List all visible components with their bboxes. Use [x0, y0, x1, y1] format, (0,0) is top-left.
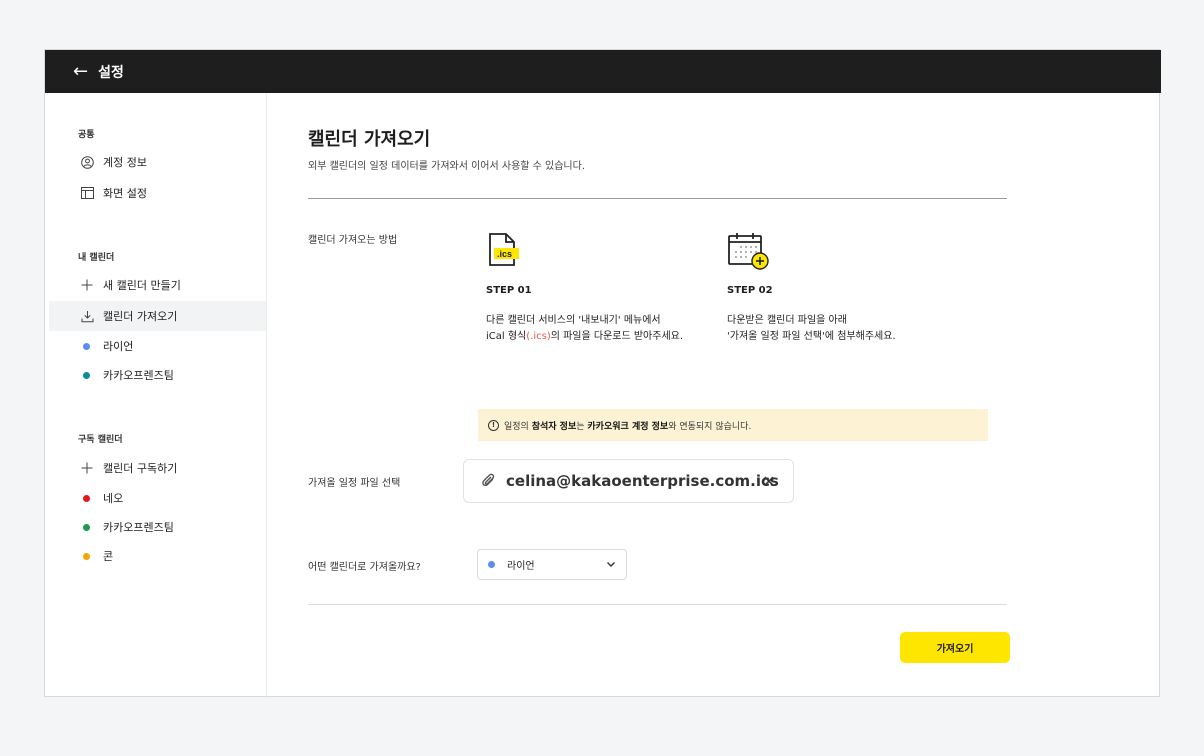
- info-icon: !: [488, 419, 499, 431]
- file-attachment[interactable]: celina@kakaoenterprise.com.ics ✕: [463, 459, 794, 503]
- notice-part3: 와 연동되지 않습니다.: [668, 421, 752, 432]
- section-title-common: 공통: [78, 130, 95, 140]
- select-value: 라이언: [507, 561, 535, 572]
- import-button[interactable]: 가져오기: [900, 632, 1010, 663]
- calendar-color-dot: [83, 494, 90, 502]
- sidebar-item-display[interactable]: 화면 설정: [49, 178, 266, 208]
- sidebar-item-label: 계정 정보: [103, 156, 147, 169]
- step-01-line1: 다른 캘린더 서비스의 '내보내기' 메뉴에서: [486, 315, 661, 326]
- notice-text: 일정의 참석자 정보는 카카오워크 계정 정보와 연동되지 않습니다.: [504, 419, 751, 432]
- page-title: 캘린더 가져오기: [308, 129, 431, 150]
- arrow-left-icon[interactable]: ←: [73, 62, 88, 81]
- step-02-line1: 다운받은 캘린더 파일을 아래: [727, 315, 847, 326]
- notice-bold1: 참석자 정보: [531, 421, 577, 432]
- calendar-add-icon: [727, 231, 769, 275]
- step-02-label: STEP 02: [727, 285, 773, 296]
- method-label: 캘린더 가져오는 방법: [308, 235, 398, 246]
- sidebar: 공통 계정 정보 화면 설정 내 캘린더 새 캘린더 만들기 캘린더 가져오기: [45, 93, 267, 698]
- ics-file-icon: .ics: [486, 231, 520, 271]
- calendar-color-dot: [83, 552, 90, 560]
- calendar-color-dot: [83, 523, 90, 531]
- topbar: ← 설정: [45, 50, 1161, 93]
- section-title-my-calendars: 내 캘린더: [78, 253, 115, 263]
- sidebar-item-label: 카카오프렌즈팀: [103, 521, 174, 534]
- plus-icon: [80, 278, 94, 292]
- step-01-label: STEP 01: [486, 285, 532, 296]
- page-description: 외부 캘린더의 일정 데이터를 가져와서 이어서 사용할 수 있습니다.: [308, 161, 586, 172]
- sidebar-item-account[interactable]: 계정 정보: [49, 147, 266, 177]
- step-01-line2-highlight: (.ics): [526, 331, 551, 342]
- sidebar-item-label: 라이언: [103, 340, 134, 353]
- section-title-subscribed: 구독 캘린더: [78, 435, 123, 445]
- download-icon: [80, 309, 94, 323]
- sidebar-item-calendar-kakaofriends-sub[interactable]: 카카오프렌즈팀: [49, 512, 266, 542]
- sidebar-item-label: 새 캘린더 만들기: [103, 279, 181, 292]
- target-calendar-select[interactable]: 라이언: [477, 549, 627, 580]
- step-02-line2: '가져올 일정 파일 선택'에 첨부해주세요.: [727, 331, 896, 342]
- step-01-line2-pre: iCal 형식: [486, 331, 527, 342]
- calendar-color-dot: [488, 561, 495, 568]
- notice-banner: ! 일정의 참석자 정보는 카카오워크 계정 정보와 연동되지 않습니다.: [478, 409, 988, 441]
- sidebar-item-calendar-ryan[interactable]: 라이언: [49, 331, 266, 361]
- calendar-color-dot: [83, 342, 90, 350]
- calendar-color-dot: [83, 371, 90, 379]
- divider: [308, 604, 1007, 605]
- chevron-down-icon: [606, 559, 616, 572]
- file-name: celina@kakaoenterprise.com.ics: [506, 472, 779, 490]
- user-circle-icon: [80, 155, 94, 169]
- sidebar-item-label: 캘린더 가져오기: [103, 310, 178, 323]
- layout-icon: [80, 186, 94, 200]
- notice-part1: 일정의: [504, 421, 532, 432]
- plus-icon: [80, 461, 94, 475]
- sidebar-item-calendar-kakaofriends[interactable]: 카카오프렌즈팀: [49, 360, 266, 390]
- sidebar-item-new-calendar[interactable]: 새 캘린더 만들기: [49, 270, 266, 300]
- sidebar-item-label: 캘린더 구독하기: [103, 462, 178, 475]
- divider: [308, 198, 1007, 199]
- sidebar-item-label: 카카오프렌즈팀: [103, 369, 174, 382]
- target-calendar-label: 어떤 캘린더로 가져올까요?: [308, 562, 421, 573]
- sidebar-item-label: 화면 설정: [103, 187, 147, 200]
- sidebar-item-calendar-neo[interactable]: 네오: [49, 483, 266, 513]
- sidebar-item-label: 네오: [103, 492, 124, 505]
- sidebar-item-calendar-con[interactable]: 콘: [49, 541, 266, 571]
- settings-window: ← 설정 공통 계정 정보 화면 설정 내 캘린더 새 캘린더 만들기 캘린더 …: [44, 49, 1161, 698]
- close-icon[interactable]: ✕: [759, 471, 779, 491]
- sidebar-item-label: 콘: [103, 550, 114, 563]
- topbar-title[interactable]: 설정: [98, 62, 124, 82]
- file-select-label: 가져올 일정 파일 선택: [308, 478, 401, 489]
- step-01-line2: iCal 형식(.ics)의 파일을 다운로드 받아주세요.: [486, 327, 683, 342]
- notice-part2: 는: [576, 421, 588, 432]
- ics-file-icon-label: .ics: [497, 249, 512, 259]
- sidebar-item-import-calendar[interactable]: 캘린더 가져오기: [49, 301, 266, 331]
- notice-bold2: 카카오워크 계정 정보: [587, 421, 669, 432]
- paperclip-icon: [482, 473, 496, 489]
- step-01-line2-post: 의 파일을 다운로드 받아주세요.: [550, 331, 684, 342]
- sidebar-item-subscribe[interactable]: 캘린더 구독하기: [49, 453, 266, 483]
